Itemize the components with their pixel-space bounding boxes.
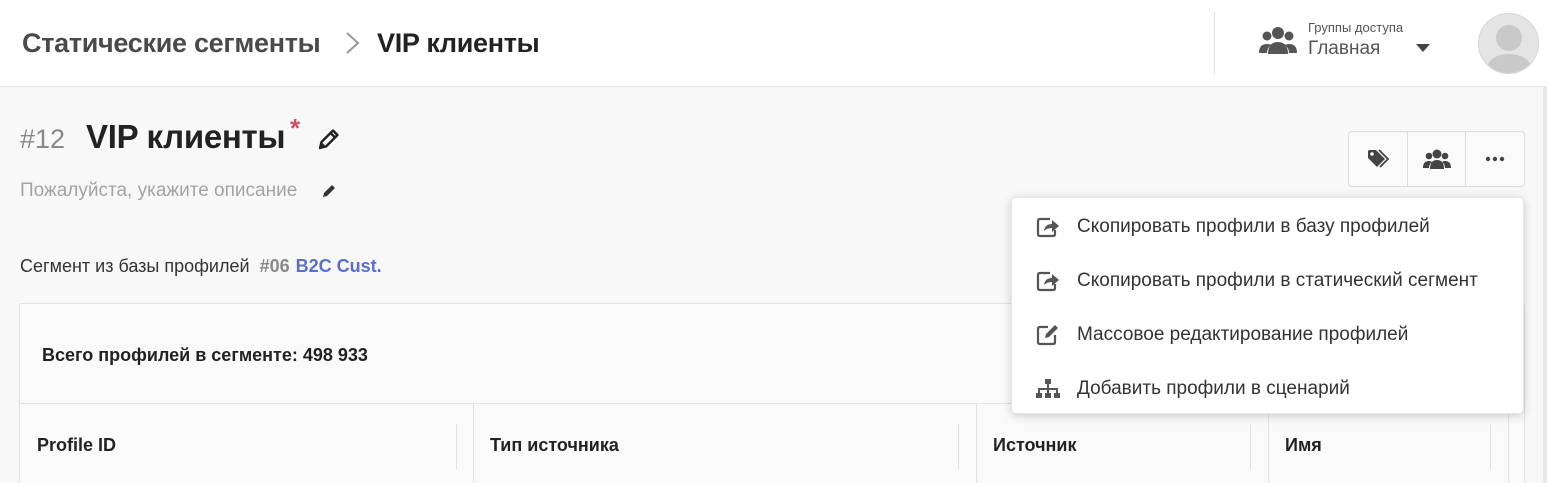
source-db-number: #06 (259, 256, 290, 276)
header-divider (1214, 12, 1215, 75)
source-label: Сегмент из базы профилей (20, 256, 250, 276)
edit-square-icon (1036, 325, 1058, 346)
column-label: Profile ID (37, 435, 117, 455)
top-bar: Статические сегменты VIP клиенты Группы … (0, 0, 1547, 87)
user-avatar[interactable] (1478, 13, 1539, 74)
menu-item-copy-to-profile-base[interactable]: Скопировать профили в базу профилей (1012, 200, 1523, 254)
more-icon (1485, 156, 1505, 162)
edit-description-pencil-icon[interactable] (321, 182, 338, 199)
caret-down-icon (1416, 44, 1430, 52)
users-group-icon (1259, 27, 1297, 54)
sitemap-icon (1036, 379, 1060, 398)
segment-title: VIP клиенты (86, 118, 286, 155)
column-header-source-type[interactable]: Тип источника (473, 404, 976, 483)
more-actions-menu: Скопировать профили в базу профилей Скоп… (1011, 197, 1524, 414)
column-label: Источник (993, 435, 1077, 455)
required-mark: * (290, 113, 301, 143)
users-icon (1422, 149, 1451, 169)
column-label: Тип источника (490, 435, 619, 455)
column-header-profile-id[interactable]: Profile ID (20, 404, 473, 483)
access-groups-value: Главная (1308, 38, 1381, 59)
menu-item-label: Добавить профили в сценарий (1077, 378, 1350, 399)
menu-item-label: Массовое редактирование профилей (1077, 324, 1409, 345)
access-groups-label: Группы доступа (1308, 20, 1404, 35)
column-resize-handle[interactable] (1490, 424, 1491, 469)
column-label: Имя (1285, 435, 1322, 455)
segment-source-line: Сегмент из базы профилей #06 B2C Cust. (20, 256, 382, 277)
description-placeholder[interactable]: Пожалуйста, укажите описание (20, 180, 297, 202)
column-resize-handle[interactable] (958, 424, 959, 469)
access-users-button[interactable] (1406, 132, 1466, 186)
menu-item-copy-to-static-segment[interactable]: Скопировать профили в статический сегмен… (1012, 254, 1523, 308)
menu-item-bulk-edit[interactable]: Массовое редактирование профилей (1012, 308, 1523, 362)
menu-item-add-to-scenario[interactable]: Добавить профили в сценарий (1012, 362, 1523, 416)
segment-number: #12 (20, 124, 66, 154)
more-button[interactable] (1465, 132, 1524, 186)
tags-icon (1367, 149, 1390, 168)
total-profiles: Всего профилей в сегменте: 498 933 (42, 345, 368, 365)
avatar-silhouette-icon (1485, 25, 1534, 73)
page-scroll-edge (1543, 87, 1547, 483)
breadcrumb-root-link[interactable]: Статические сегменты (22, 28, 321, 59)
chevron-right-icon (346, 32, 360, 54)
edit-title-pencil-icon[interactable] (316, 126, 342, 152)
access-groups-dropdown[interactable]: Группы доступа Главная (1258, 14, 1458, 74)
column-resize-handle[interactable] (456, 424, 457, 469)
source-db-link[interactable]: B2C Cust. (296, 256, 382, 276)
menu-item-label: Скопировать профили в статический сегмен… (1077, 270, 1478, 291)
copy-export-icon (1036, 271, 1059, 292)
copy-export-icon (1036, 217, 1059, 238)
menu-item-label: Скопировать профили в базу профилей (1077, 216, 1430, 237)
segment-action-buttons (1348, 131, 1525, 187)
breadcrumb-current: VIP клиенты (377, 28, 540, 58)
tags-button[interactable] (1349, 132, 1407, 186)
column-resize-handle[interactable] (1250, 424, 1251, 469)
